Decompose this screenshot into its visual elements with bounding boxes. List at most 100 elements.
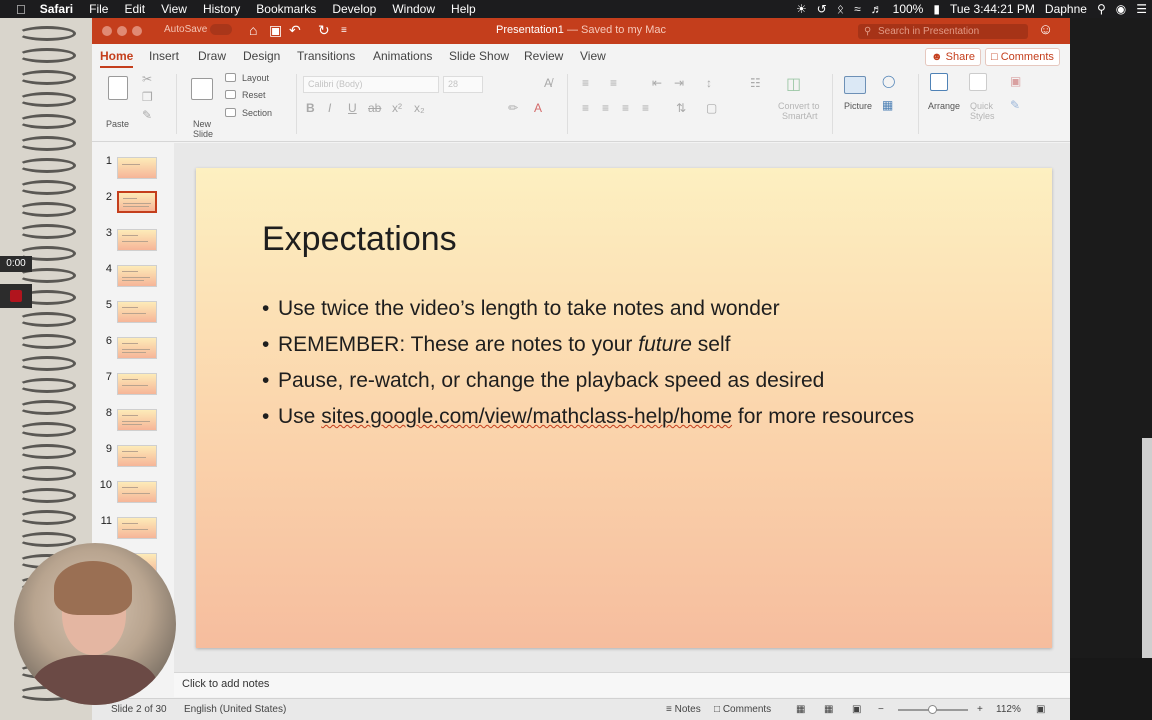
menu-help[interactable]: Help	[443, 2, 484, 16]
decrease-indent-icon[interactable]: ⇤	[652, 76, 662, 90]
notes-pane[interactable]: Click to add notes	[174, 672, 1070, 697]
share-button[interactable]: ☻ Share	[925, 48, 981, 66]
menu-window[interactable]: Window	[384, 2, 443, 16]
convert-to-smartart-icon[interactable]: ◫	[786, 74, 801, 94]
align-center-icon[interactable]: ≡	[602, 101, 609, 115]
underline-icon[interactable]: U	[348, 101, 357, 115]
font-size-select[interactable]: 28	[443, 76, 483, 93]
clear-formatting-icon[interactable]: A̸	[544, 76, 552, 90]
battery-icon[interactable]: ▮	[928, 2, 945, 16]
normal-view-icon[interactable]: ▦	[796, 704, 805, 715]
feedback-smiley-icon[interactable]: ☺	[1038, 21, 1053, 38]
reset-icon[interactable]	[225, 90, 236, 99]
font-family-select[interactable]: Calibri (Body)	[303, 76, 439, 93]
increase-indent-icon[interactable]: ⇥	[674, 76, 684, 90]
tab-slide-show[interactable]: Slide Show	[449, 49, 509, 63]
arrange-icon[interactable]	[930, 73, 948, 91]
stop-recording-button[interactable]	[0, 284, 32, 308]
comments-button[interactable]: □ Comments	[985, 48, 1060, 66]
volume-icon[interactable]: ♬	[866, 2, 888, 16]
section-button[interactable]: Section	[242, 108, 272, 118]
spotlight-search-icon[interactable]: ⚲	[1092, 2, 1111, 16]
slide-thumbnail[interactable]	[117, 373, 157, 395]
shape-fill-icon[interactable]: ▣	[1010, 74, 1021, 88]
shape-outline-icon[interactable]: ✎	[1010, 98, 1020, 112]
highlight-icon[interactable]: ✏	[508, 101, 518, 115]
zoom-out-icon[interactable]: −	[878, 704, 884, 715]
slide-thumbnail-selected[interactable]	[117, 191, 157, 213]
brightness-icon[interactable]: ☀	[791, 2, 812, 16]
subscript-icon[interactable]: x₂	[414, 101, 425, 115]
slide-sorter-icon[interactable]: ▦	[824, 704, 833, 715]
quick-styles-icon[interactable]	[969, 73, 987, 91]
tab-insert[interactable]: Insert	[149, 49, 179, 63]
section-icon[interactable]	[225, 108, 236, 117]
zoom-level[interactable]: 112%	[996, 704, 1021, 715]
tab-design[interactable]: Design	[243, 49, 280, 63]
cut-icon[interactable]: ✂	[142, 72, 152, 86]
tab-review[interactable]: Review	[524, 49, 563, 63]
slide-thumbnail[interactable]	[117, 337, 157, 359]
bluetooth-icon[interactable]: ᛟ	[832, 2, 849, 16]
slide-thumbnail[interactable]	[117, 409, 157, 431]
layout-button[interactable]: Layout	[242, 73, 269, 83]
siri-icon[interactable]: ◉	[1111, 2, 1131, 16]
align-text-icon[interactable]: ▢	[706, 101, 717, 115]
search-in-presentation-input[interactable]: ⚲ Search in Presentation	[858, 24, 1028, 39]
layout-icon[interactable]	[225, 73, 236, 82]
convert-to-smartart-label2[interactable]: SmartArt	[782, 111, 818, 121]
wifi-icon[interactable]: ≈	[849, 2, 866, 16]
font-color-icon[interactable]: A	[534, 101, 542, 115]
menu-history[interactable]: History	[195, 2, 248, 16]
tab-home[interactable]: Home	[100, 49, 134, 68]
reading-view-icon[interactable]: ▣	[852, 704, 861, 715]
tab-draw[interactable]: Draw	[198, 49, 226, 63]
zoom-slider-handle[interactable]	[928, 705, 937, 714]
convert-to-smartart-label[interactable]: Convert to	[778, 101, 820, 111]
menubar-clock[interactable]: Tue 3:44:21 PM	[945, 2, 1040, 16]
bullets-icon[interactable]: ≡	[582, 76, 589, 90]
tab-animations[interactable]: Animations	[373, 49, 432, 63]
textbox-icon[interactable]: ▦	[882, 98, 893, 112]
slide-thumbnail[interactable]	[117, 229, 157, 251]
menu-file[interactable]: File	[81, 2, 116, 16]
format-painter-icon[interactable]: ✎	[142, 108, 152, 122]
shapes-icon[interactable]: ◯	[882, 74, 895, 88]
menu-edit[interactable]: Edit	[116, 2, 153, 16]
align-right-icon[interactable]: ≡	[622, 101, 629, 115]
slide-bullet-list[interactable]: • Use twice the video’s length to take no…	[262, 297, 914, 441]
zoom-in-icon[interactable]: +	[977, 704, 983, 715]
slide-thumbnail[interactable]	[117, 481, 157, 503]
apple-logo-icon[interactable]: 	[0, 2, 32, 17]
resource-link[interactable]: sites.google.com/view/mathclass-help/hom…	[321, 405, 732, 428]
notes-toggle-button[interactable]: ≡ Notes	[666, 704, 701, 715]
fit-to-window-icon[interactable]: ▣	[1036, 704, 1045, 715]
notification-center-icon[interactable]: ☰	[1131, 2, 1152, 16]
slide-thumbnail[interactable]	[117, 265, 157, 287]
line-spacing-icon[interactable]: ↕	[706, 76, 712, 90]
strikethrough-icon[interactable]: ab	[368, 101, 381, 115]
slide-thumbnail[interactable]	[117, 301, 157, 323]
battery-percent[interactable]: 100%	[888, 2, 929, 16]
paste-icon[interactable]	[108, 76, 128, 100]
current-slide[interactable]: Expectations • Use twice the video’s leng…	[196, 168, 1052, 648]
comments-toggle-button[interactable]: □ Comments	[714, 704, 771, 715]
new-slide-icon[interactable]	[191, 78, 213, 100]
reset-button[interactable]: Reset	[242, 90, 266, 100]
slide-thumbnail[interactable]	[117, 445, 157, 467]
slide-title[interactable]: Expectations	[262, 220, 457, 259]
menu-develop[interactable]: Develop	[324, 2, 384, 16]
bold-icon[interactable]: B	[306, 101, 315, 115]
menubar-user[interactable]: Daphne	[1040, 2, 1092, 16]
menu-app-name[interactable]: Safari	[32, 2, 81, 16]
language-status[interactable]: English (United States)	[184, 704, 286, 715]
tab-transitions[interactable]: Transitions	[297, 49, 355, 63]
time-machine-icon[interactable]: ↺	[812, 2, 832, 16]
menu-bookmarks[interactable]: Bookmarks	[248, 2, 324, 16]
picture-icon[interactable]	[844, 76, 866, 94]
menu-view[interactable]: View	[153, 2, 195, 16]
align-left-icon[interactable]: ≡	[582, 101, 589, 115]
text-direction-icon[interactable]: ⇅	[676, 101, 686, 115]
slide-thumbnail[interactable]	[117, 517, 157, 539]
superscript-icon[interactable]: x²	[392, 101, 402, 115]
